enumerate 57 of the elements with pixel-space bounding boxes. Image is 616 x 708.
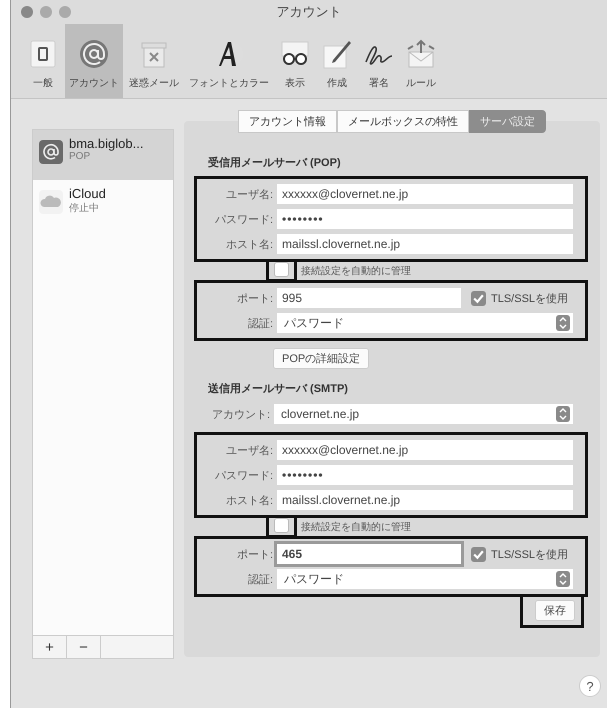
checkbox-label: 接続設定を自動的に管理 bbox=[301, 520, 411, 534]
field-label: ユーザ名: bbox=[224, 188, 273, 202]
tab[interactable]: メールボックスの特性 bbox=[337, 110, 469, 133]
stepper-icon bbox=[556, 315, 570, 331]
input-field[interactable]: mailssl.clovernet.ne.jp bbox=[277, 490, 573, 510]
stepper-icon bbox=[556, 406, 570, 422]
field-label: ホスト名: bbox=[224, 494, 273, 508]
advanced-settings-button[interactable]: POPの詳細設定 bbox=[273, 348, 370, 369]
checkbox-label: 接続設定を自動的に管理 bbox=[301, 264, 411, 278]
field-label: 認証: bbox=[246, 572, 273, 586]
input-field[interactable]: •••••••• bbox=[277, 465, 573, 485]
auth-dropdown[interactable]: パスワード bbox=[277, 569, 573, 589]
field-label: アカウント: bbox=[210, 408, 270, 422]
at-sign-icon bbox=[39, 140, 63, 164]
input-field[interactable]: mailssl.clovernet.ne.jp bbox=[277, 234, 573, 254]
cloud-icon bbox=[39, 190, 63, 214]
toolbar-item[interactable]: 一般 bbox=[23, 24, 63, 98]
toolbar-item[interactable]: 署名 bbox=[359, 24, 399, 98]
field-label: パスワード: bbox=[214, 468, 273, 482]
auth-dropdown[interactable]: パスワード bbox=[277, 313, 573, 333]
port-field[interactable]: 995 bbox=[277, 288, 461, 308]
section-heading: 送信用メールサーバ (SMTP) bbox=[208, 382, 349, 396]
stepper-icon bbox=[556, 571, 570, 587]
checkbox[interactable] bbox=[274, 518, 289, 532]
field-label: 認証: bbox=[246, 316, 273, 330]
checkbox[interactable] bbox=[274, 262, 289, 276]
window-title: アカウント bbox=[276, 3, 342, 21]
account-dropdown[interactable]: clovernet.ne.jp bbox=[274, 404, 573, 424]
save-button[interactable]: 保存 bbox=[535, 600, 575, 621]
toolbar-item[interactable]: フォントとカラー bbox=[185, 24, 273, 98]
account-item[interactable]: iCloud 停止中 bbox=[33, 180, 173, 230]
at-sign-icon bbox=[78, 38, 110, 70]
checkbox-label: TLS/SSLを使用 bbox=[491, 292, 568, 306]
close-button[interactable] bbox=[21, 6, 33, 18]
field-label: ホスト名: bbox=[224, 238, 273, 252]
input-field[interactable]: xxxxxx@clovernet.ne.jp bbox=[277, 440, 573, 460]
toolbar-item[interactable]: 作成 bbox=[317, 24, 357, 98]
checkbox[interactable] bbox=[471, 546, 486, 562]
field-label: パスワード: bbox=[214, 212, 273, 226]
toolbar-item[interactable]: ルール bbox=[401, 24, 441, 98]
field-label: ユーザ名: bbox=[224, 444, 273, 458]
help-button[interactable]: ? bbox=[579, 675, 601, 697]
checkbox[interactable] bbox=[471, 290, 486, 306]
field-label: ポート: bbox=[236, 292, 273, 306]
port-field[interactable]: 465 bbox=[277, 544, 461, 564]
toolbar-item[interactable]: アカウント bbox=[65, 24, 123, 98]
tab[interactable]: アカウント情報 bbox=[238, 110, 337, 133]
pencil-icon bbox=[321, 38, 353, 70]
input-field[interactable]: •••••••• bbox=[277, 209, 573, 229]
checkbox-label: TLS/SSLを使用 bbox=[491, 548, 568, 562]
input-field[interactable]: xxxxxx@clovernet.ne.jp bbox=[277, 184, 573, 204]
toolbar-item[interactable]: 表示 bbox=[275, 24, 315, 98]
section-heading: 受信用メールサーバ (POP) bbox=[208, 156, 342, 170]
toolbar-item[interactable]: 迷惑メール bbox=[125, 24, 183, 98]
account-item[interactable]: bma.biglob... POP bbox=[33, 130, 173, 180]
field-label: ポート: bbox=[236, 548, 273, 562]
envelope-icon bbox=[405, 38, 437, 70]
